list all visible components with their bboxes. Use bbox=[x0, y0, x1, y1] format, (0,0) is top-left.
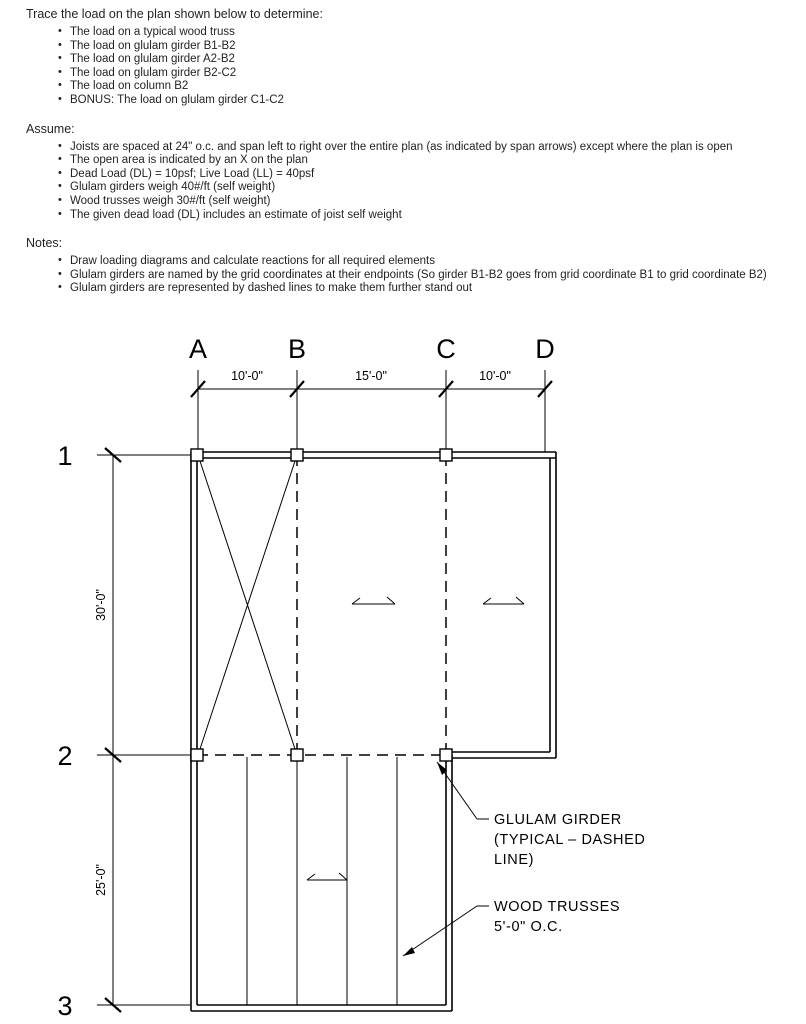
list-item: Glulam girders are named by the grid coo… bbox=[58, 268, 806, 283]
column-A1 bbox=[190, 448, 204, 462]
list-item: Glulam girders weigh 40#/ft (self weight… bbox=[58, 180, 806, 195]
notes-list: Draw loading diagrams and calculate reac… bbox=[0, 254, 806, 296]
dimension-A-B: 10'-0" bbox=[231, 369, 263, 383]
dimension-C-D: 10'-0" bbox=[479, 369, 511, 383]
list-item: The load on glulam girder B2-C2 bbox=[58, 66, 806, 81]
lower-plan-perimeter-walls bbox=[190, 755, 453, 1012]
grid-label-D: D bbox=[535, 334, 555, 364]
grid-extension-lines-left bbox=[97, 454, 190, 1006]
intro-text: Trace the load on the plan shown below t… bbox=[26, 7, 323, 21]
glulam-girder-lines bbox=[197, 455, 447, 756]
horizontal-dimension-line bbox=[190, 380, 553, 398]
list-item: The load on column B2 bbox=[58, 79, 806, 94]
leader-glulam-girder bbox=[436, 761, 489, 820]
dimension-B-C: 15'-0" bbox=[355, 369, 387, 383]
list-item: The load on glulam girder A2-B2 bbox=[58, 52, 806, 67]
column-A2 bbox=[190, 748, 204, 762]
grid-label-C: C bbox=[436, 334, 456, 364]
list-item: The open area is indicated by an X on th… bbox=[58, 153, 806, 168]
list-item: Glulam girders are represented by dashed… bbox=[58, 281, 806, 296]
column-C1 bbox=[439, 448, 453, 462]
grid-label-2: 2 bbox=[57, 741, 72, 771]
column-B1 bbox=[290, 448, 304, 462]
list-item: Dead Load (DL) = 10psf; Live Load (LL) =… bbox=[58, 167, 806, 182]
grid-label-1: 1 bbox=[57, 441, 72, 471]
assume-list: Joists are spaced at 24" o.c. and span l… bbox=[0, 140, 806, 223]
column-B2 bbox=[290, 748, 304, 762]
grid-label-3: 3 bbox=[57, 991, 72, 1021]
span-arrow-upper-left bbox=[351, 596, 396, 605]
annotation-truss-line1: WOOD TRUSSES bbox=[494, 899, 620, 915]
list-item: The given dead load (DL) includes an est… bbox=[58, 208, 806, 223]
list-item: The load on a typical wood truss bbox=[58, 25, 806, 40]
column-C2 bbox=[439, 748, 453, 762]
problem-statement: Trace the load on the plan shown below t… bbox=[0, 0, 806, 296]
structural-plan-drawing: A B C D 10'-0" 15'-0" 10'-0" 1 2 3 30'-0… bbox=[0, 322, 806, 1024]
annotation-glulam-line1: GLULAM GIRDER bbox=[494, 812, 622, 828]
vertical-dimension-line bbox=[104, 447, 122, 1013]
list-item: BONUS: The load on glulam girder C1-C2 bbox=[58, 93, 806, 108]
list-item: The load on glulam girder B1-B2 bbox=[58, 39, 806, 54]
grid-label-A: A bbox=[189, 334, 207, 364]
upper-plan-perimeter-walls bbox=[190, 451, 557, 759]
determine-list: The load on a typical wood truss The loa… bbox=[0, 25, 806, 108]
annotation-glulam-line3: LINE) bbox=[494, 852, 534, 868]
list-item: Joists are spaced at 24" o.c. and span l… bbox=[58, 140, 806, 155]
assume-heading: Assume: bbox=[26, 121, 75, 136]
list-item: Draw loading diagrams and calculate reac… bbox=[58, 254, 806, 269]
grid-label-B: B bbox=[288, 334, 306, 364]
column-markers bbox=[190, 448, 453, 762]
dimension-1-2: 30'-0" bbox=[94, 589, 108, 621]
dimension-2-3: 25'-0" bbox=[94, 864, 108, 896]
notes-heading: Notes: bbox=[26, 236, 63, 251]
wood-truss-lines bbox=[246, 757, 398, 1005]
list-item: Wood trusses weigh 30#/ft (self weight) bbox=[58, 194, 806, 209]
annotation-truss-line2: 5'-0" O.C. bbox=[494, 919, 563, 935]
span-arrow-lower bbox=[306, 872, 348, 881]
span-arrow-upper-right bbox=[482, 596, 525, 605]
annotation-glulam-line2: (TYPICAL – DASHED bbox=[494, 832, 645, 848]
open-area-x-marker bbox=[198, 457, 297, 753]
